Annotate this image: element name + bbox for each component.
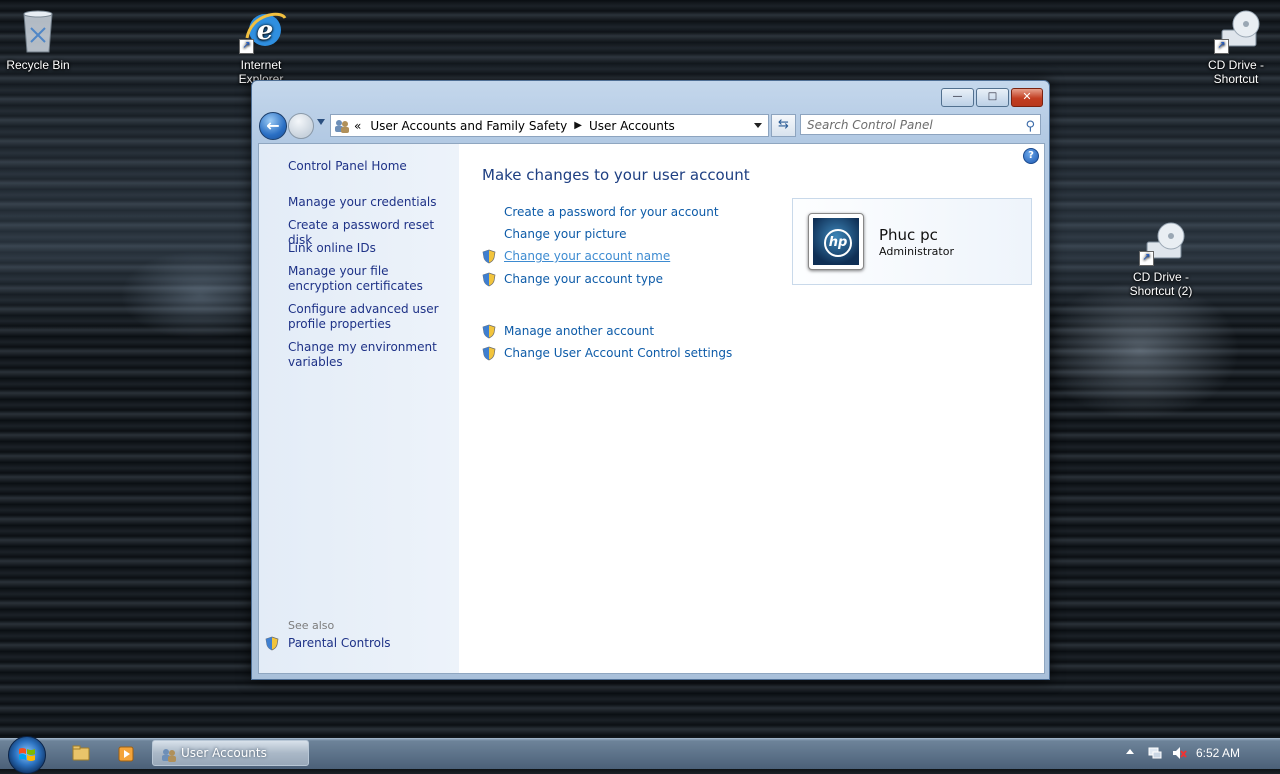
close-button[interactable]: ✕	[1011, 88, 1043, 107]
recent-pages-dropdown[interactable]	[317, 119, 325, 125]
control-panel-icon	[334, 119, 350, 133]
desktop-icon-cd-drive-shortcut-2[interactable]: ↗ CD Drive - Shortcut (2)	[1123, 220, 1199, 298]
shield-icon	[482, 272, 496, 287]
hp-logo-icon: hp	[824, 229, 852, 257]
back-button[interactable]: ←	[259, 112, 287, 140]
main-panel: ? Make changes to your user account Crea…	[459, 144, 1044, 673]
task-manage-another-account[interactable]: Manage another account	[504, 324, 654, 338]
recycle-bin-icon	[18, 8, 58, 54]
taskbar-task-label: User Accounts	[181, 746, 267, 760]
volume-muted-icon[interactable]	[1171, 745, 1187, 761]
shortcut-arrow-icon: ↗	[1214, 39, 1229, 54]
shield-icon	[265, 636, 279, 651]
task-uac-settings[interactable]: Change User Account Control settings	[504, 346, 732, 360]
shortcut-arrow-icon: ↗	[239, 39, 254, 54]
task-change-account-name[interactable]: Change your account name	[504, 249, 670, 263]
see-also-heading: See also	[288, 619, 335, 632]
desktop-icon-label: CD Drive - Shortcut	[1208, 58, 1264, 86]
shield-icon	[482, 324, 496, 339]
sidebar-link-advanced-profile[interactable]: Configure advanced user profile properti…	[288, 302, 453, 332]
internet-explorer-icon: e ↗	[239, 8, 287, 54]
task-change-account-type[interactable]: Change your account type	[504, 272, 663, 286]
minimize-button[interactable]: —	[941, 88, 974, 107]
taskbar-pin-media-player[interactable]	[106, 742, 146, 766]
avatar[interactable]: hp	[808, 213, 864, 270]
start-button[interactable]	[8, 736, 46, 774]
desktop-icon-recycle-bin[interactable]: Recycle Bin	[0, 8, 76, 72]
shortcut-arrow-icon: ↗	[1139, 251, 1154, 266]
shield-icon	[482, 346, 496, 361]
system-clock[interactable]: 6:52 AM	[1196, 746, 1240, 760]
sidebar-link-manage-credentials[interactable]: Manage your credentials	[288, 195, 453, 210]
help-icon[interactable]: ?	[1023, 148, 1039, 164]
cd-drive-icon: ↗	[1139, 220, 1185, 266]
taskbar-pin-explorer[interactable]	[61, 742, 101, 766]
sidebar-link-online-ids[interactable]: Link online IDs	[288, 241, 453, 256]
sidebar-link-control-panel-home[interactable]: Control Panel Home	[288, 159, 453, 174]
sidebar-link-environment-variables[interactable]: Change my environment variables	[288, 340, 453, 370]
address-dropdown-arrow-icon[interactable]	[754, 123, 762, 128]
user-account-card: hp Phuc pc Administrator	[792, 198, 1032, 285]
search-icon[interactable]: ⚲	[1025, 116, 1035, 137]
forward-button[interactable]	[288, 113, 314, 139]
content-area: Control Panel Home Manage your credentia…	[258, 143, 1045, 674]
user-name: Phuc pc	[879, 226, 938, 244]
control-panel-icon	[161, 746, 177, 762]
windows-logo-icon	[19, 748, 35, 761]
taskbar: User Accounts 6:52 AM	[0, 736, 1280, 774]
window-controls: — □ ✕	[939, 88, 1043, 107]
breadcrumb-separator-icon[interactable]: ▶	[574, 120, 582, 131]
sidebar-link-parental-controls[interactable]: Parental Controls	[288, 636, 453, 651]
network-icon[interactable]	[1147, 745, 1163, 761]
show-hidden-icons-button[interactable]	[1126, 749, 1134, 754]
search-input[interactable]: Search Control Panel ⚲	[800, 114, 1041, 135]
refresh-button[interactable]: ⇆	[771, 114, 796, 137]
breadcrumb-user-accounts-family-safety[interactable]: User Accounts and Family Safety	[370, 119, 567, 133]
task-pane: Control Panel Home Manage your credentia…	[259, 144, 459, 673]
cd-drive-icon: ↗	[1214, 8, 1260, 54]
sidebar-link-file-encryption[interactable]: Manage your file encryption certificates	[288, 264, 453, 294]
desktop-icon-label: CD Drive - Shortcut (2)	[1129, 270, 1193, 298]
navigation-bar: ← « User Accounts and Family Safety ▶ Us…	[258, 112, 1043, 140]
desktop-icon-label: Recycle Bin	[6, 58, 70, 72]
taskbar-task-user-accounts[interactable]: User Accounts	[152, 740, 309, 766]
page-title: Make changes to your user account	[482, 166, 750, 184]
desktop-icon-cd-drive-shortcut[interactable]: ↗ CD Drive - Shortcut	[1198, 8, 1274, 86]
maximize-button[interactable]: □	[976, 88, 1009, 107]
desktop-icon-internet-explorer[interactable]: e ↗ Internet Explorer	[223, 8, 299, 86]
breadcrumb-user-accounts[interactable]: User Accounts	[589, 119, 675, 133]
search-placeholder: Search Control Panel	[807, 118, 933, 132]
shield-icon	[482, 249, 496, 264]
address-overflow-chevron[interactable]: «	[354, 119, 361, 133]
folder-icon	[72, 745, 90, 761]
address-bar[interactable]: « User Accounts and Family Safety ▶ User…	[330, 114, 769, 137]
user-role: Administrator	[879, 245, 954, 258]
media-player-icon	[118, 746, 134, 762]
user-accounts-window: — □ ✕ ← « User Accounts and Family Safet…	[251, 80, 1050, 680]
task-change-picture[interactable]: Change your picture	[504, 227, 626, 241]
task-create-password[interactable]: Create a password for your account	[504, 205, 719, 219]
